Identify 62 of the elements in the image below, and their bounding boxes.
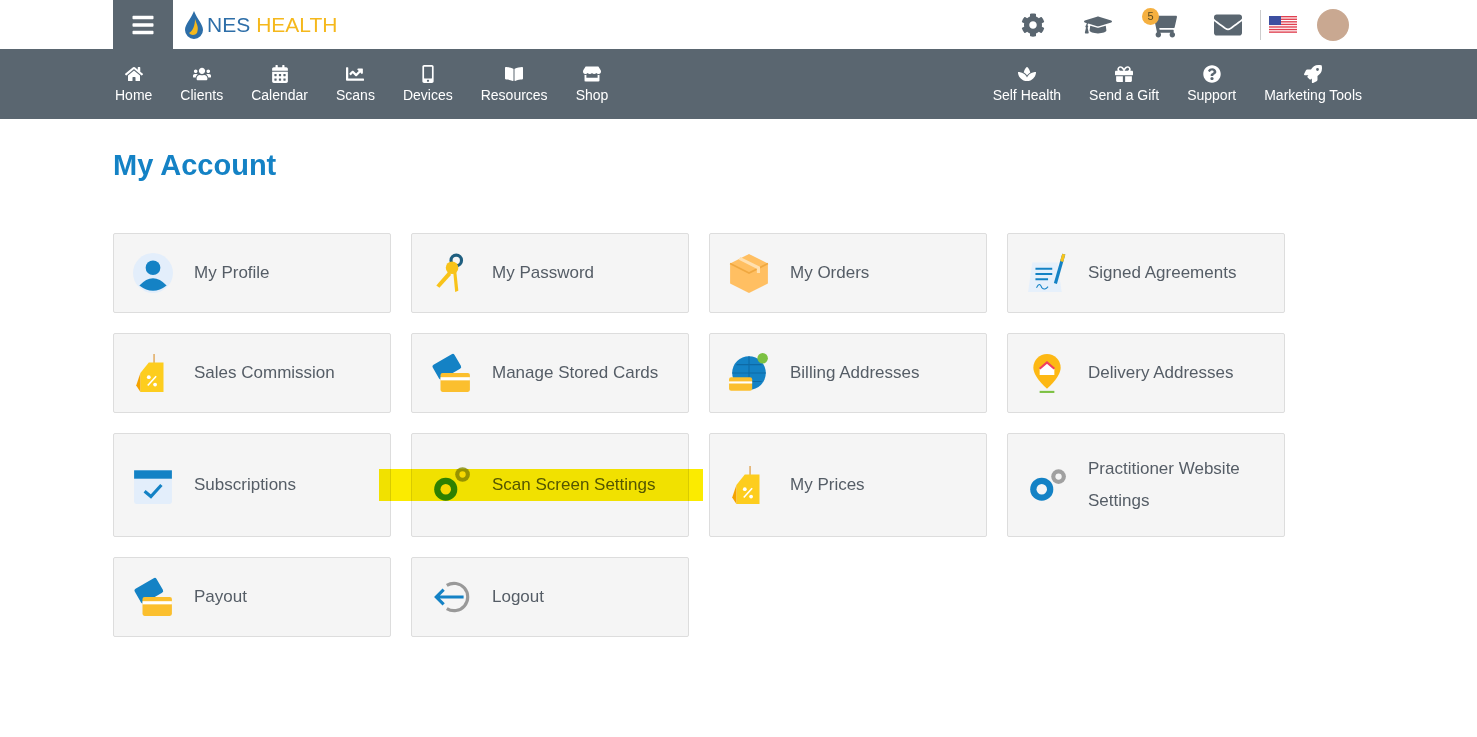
user-icon: [132, 252, 174, 294]
nav-item[interactable]: Marketing Tools: [1250, 65, 1364, 103]
nav-item[interactable]: Support: [1173, 65, 1251, 103]
credit-cards-icon: [430, 352, 472, 394]
book-icon: [505, 65, 524, 83]
home-icon: [124, 65, 143, 83]
account-card[interactable]: My Orders: [709, 233, 987, 313]
nav-item[interactable]: Shop: [561, 65, 611, 103]
card-label: Payout: [194, 586, 247, 608]
nav-item[interactable]: Send a Gift: [1075, 65, 1174, 103]
account-card[interactable]: Sales Commission: [113, 333, 391, 413]
people-icon: [192, 65, 211, 83]
help-icon: [1202, 65, 1221, 83]
card-label: Signed Agreements: [1088, 262, 1237, 284]
nav-item[interactable]: Clients: [166, 65, 238, 103]
flag-icon[interactable]: [1269, 15, 1297, 34]
lotus-icon: [1017, 65, 1036, 83]
account-card[interactable]: Subscriptions: [113, 433, 391, 537]
card-label: Delivery Addresses: [1088, 362, 1234, 384]
cart-count-badge: 5: [1142, 7, 1159, 25]
box-icon: [728, 252, 770, 294]
account-card[interactable]: My Prices: [709, 433, 987, 537]
card-label: Manage Stored Cards: [492, 362, 659, 384]
account-card[interactable]: Signed Agreements: [1007, 233, 1285, 313]
nav-item[interactable]: Devices: [388, 65, 467, 103]
brand-name: NES HEALTH: [207, 12, 338, 37]
card-label: Subscriptions: [194, 474, 297, 496]
account-card[interactable]: Practitioner Website Settings: [1007, 433, 1285, 537]
account-card[interactable]: Billing Addresses: [709, 333, 987, 413]
account-card[interactable]: Payout: [113, 557, 391, 637]
card-label: Logout: [492, 586, 544, 608]
card-label: My Prices: [790, 474, 865, 496]
gift-icon: [1115, 65, 1134, 83]
nav-item[interactable]: Resources: [466, 65, 562, 103]
drop-logo-icon: [185, 10, 203, 39]
settings-icon: [1020, 12, 1045, 37]
nav-item[interactable]: Self Health: [990, 65, 1076, 103]
card-label: Scan Screen Settings: [492, 474, 656, 496]
card-label: My Password: [492, 262, 595, 284]
page-title: My Account: [113, 149, 278, 182]
account-card[interactable]: Delivery Addresses: [1007, 333, 1285, 413]
signed-document-icon: [1026, 252, 1068, 294]
chart-icon: [346, 65, 365, 83]
account-card[interactable]: My Password: [411, 233, 689, 313]
nav-item[interactable]: Calendar: [237, 65, 322, 103]
nav-item[interactable]: Home: [113, 65, 167, 103]
card-label: Practitioner Website Settings: [1088, 458, 1241, 512]
card-label: Billing Addresses: [790, 362, 920, 384]
cart-button[interactable]: 5: [1130, 4, 1195, 45]
globe-card-icon: [728, 352, 770, 394]
card-label: My Orders: [790, 262, 870, 284]
nav-item[interactable]: Scans: [322, 65, 389, 103]
store-icon: [582, 65, 601, 83]
card-label: My Profile: [194, 262, 270, 284]
menu-button[interactable]: [113, 0, 173, 49]
credit-cards-icon: [132, 576, 174, 618]
account-card[interactable]: Manage Stored Cards: [411, 333, 689, 413]
card-label: Sales Commission: [194, 362, 335, 384]
account-card[interactable]: Logout: [411, 557, 689, 637]
calendar-icon: [270, 65, 289, 83]
account-card[interactable]: My Profile: [113, 233, 391, 313]
rocket-icon: [1304, 65, 1323, 83]
